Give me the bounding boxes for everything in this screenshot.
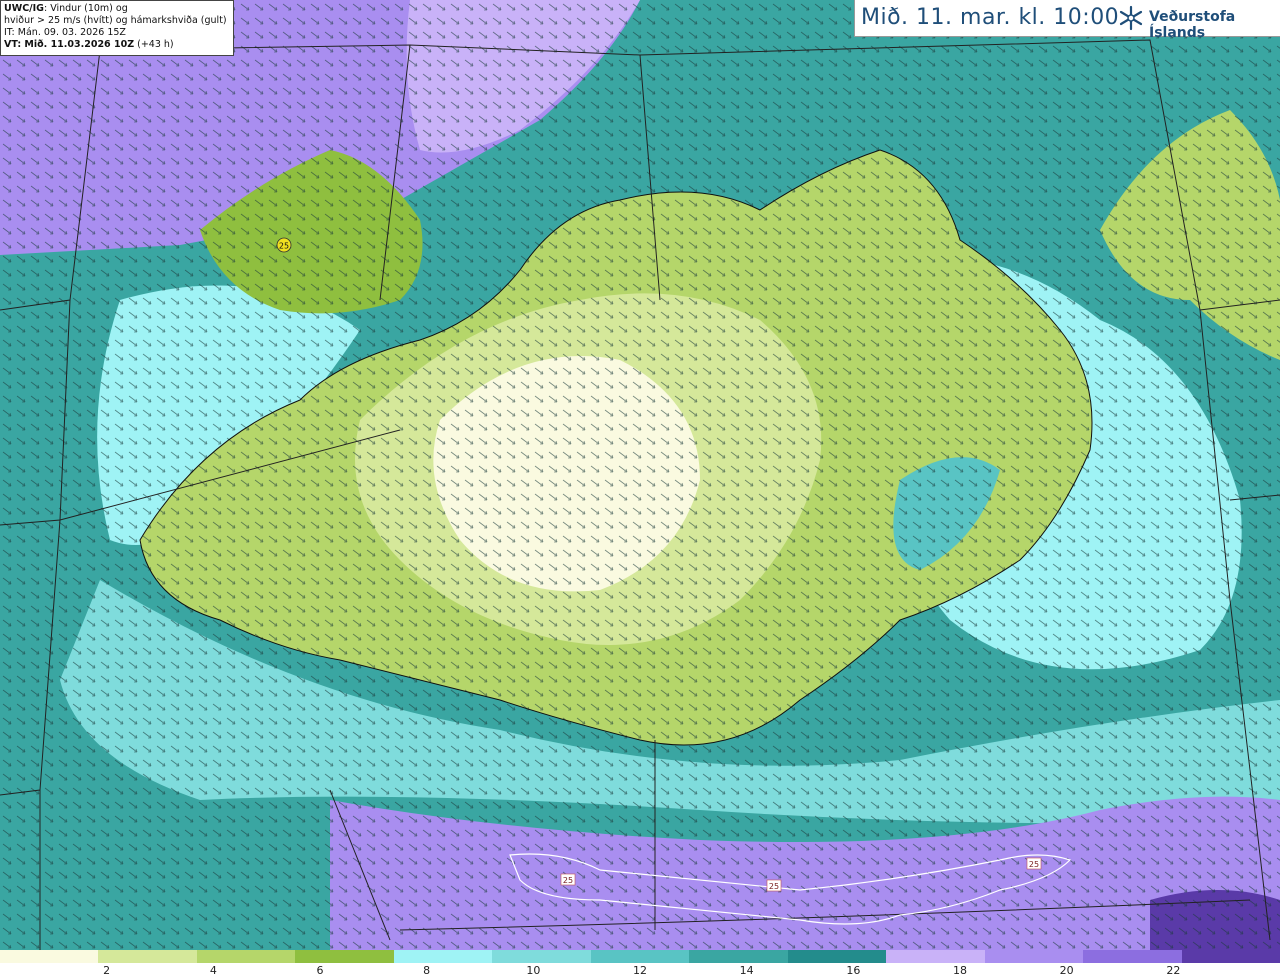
scale-swatch [98,950,197,963]
gust-label-westfjords: 25 [276,237,292,253]
scale-tick-label: 6 [316,964,324,977]
scale-tick-label: 4 [209,964,217,977]
gust-label-south-2: 25 [766,879,782,892]
model-info-box: UWC/IG: Vindur (10m) og hviður > 25 m/s … [0,0,234,56]
scale-tick-label: 14 [739,964,754,977]
gust-label: 25 [769,882,779,891]
scale-swatch [984,950,1084,963]
wind-map: 25 25 25 25 [0,0,1280,950]
scale-swatch [196,950,296,963]
scale-swatch [295,950,394,963]
scale-tick-label: 16 [846,964,861,977]
gust-label: 25 [563,876,573,885]
scale-swatch [393,950,493,963]
gust-label-south-1: 25 [560,873,576,886]
gust-label: 25 [1029,860,1039,869]
scale-tick-label: 10 [526,964,541,977]
wind-arrows-overlay [0,0,1280,950]
info-line-1: UWC/IG: Vindur (10m) og [4,3,128,14]
snowflake-logo-icon [1119,5,1143,31]
scale-tick-label: 12 [633,964,647,977]
info-line-4: VT: Mið. 11.03.2026 10Z (+43 h) [4,39,174,50]
scale-swatch [590,950,690,963]
scale-swatch [492,950,591,963]
gust-label-south-3: 25 [1026,857,1042,870]
scale-tick-label: 22 [1166,964,1181,977]
scale-swatch [0,950,99,963]
scale-swatch [886,950,985,963]
gust-label: 25 [279,242,289,251]
brand-name: Veðurstofa Íslands [1149,9,1236,41]
scale-color-bar [0,950,1280,963]
scale-swatch [1181,950,1280,963]
scale-tick-label: 20 [1059,964,1074,977]
info-line-3: IT: Mán. 09. 03. 2026 15Z [4,27,126,38]
scale-swatch [787,950,887,963]
scale-tick-label: 8 [423,964,431,977]
scale-swatch [689,950,788,963]
forecast-time-title: Mið. 11. mar. kl. 10:00 [861,5,1120,30]
scale-swatch [1083,950,1182,963]
forecast-title-box: Mið. 11. mar. kl. 10:00 Veðurstofa Íslan… [854,0,1280,41]
scale-tick-label: 2 [103,964,111,977]
wind-speed-scale: 2 4 6 8 10 12 14 16 18 20 22 [0,950,1280,978]
info-line-2: hviður > 25 m/s (hvítt) og hámarkshviða … [4,15,227,26]
scale-tick-label: 18 [953,964,967,977]
